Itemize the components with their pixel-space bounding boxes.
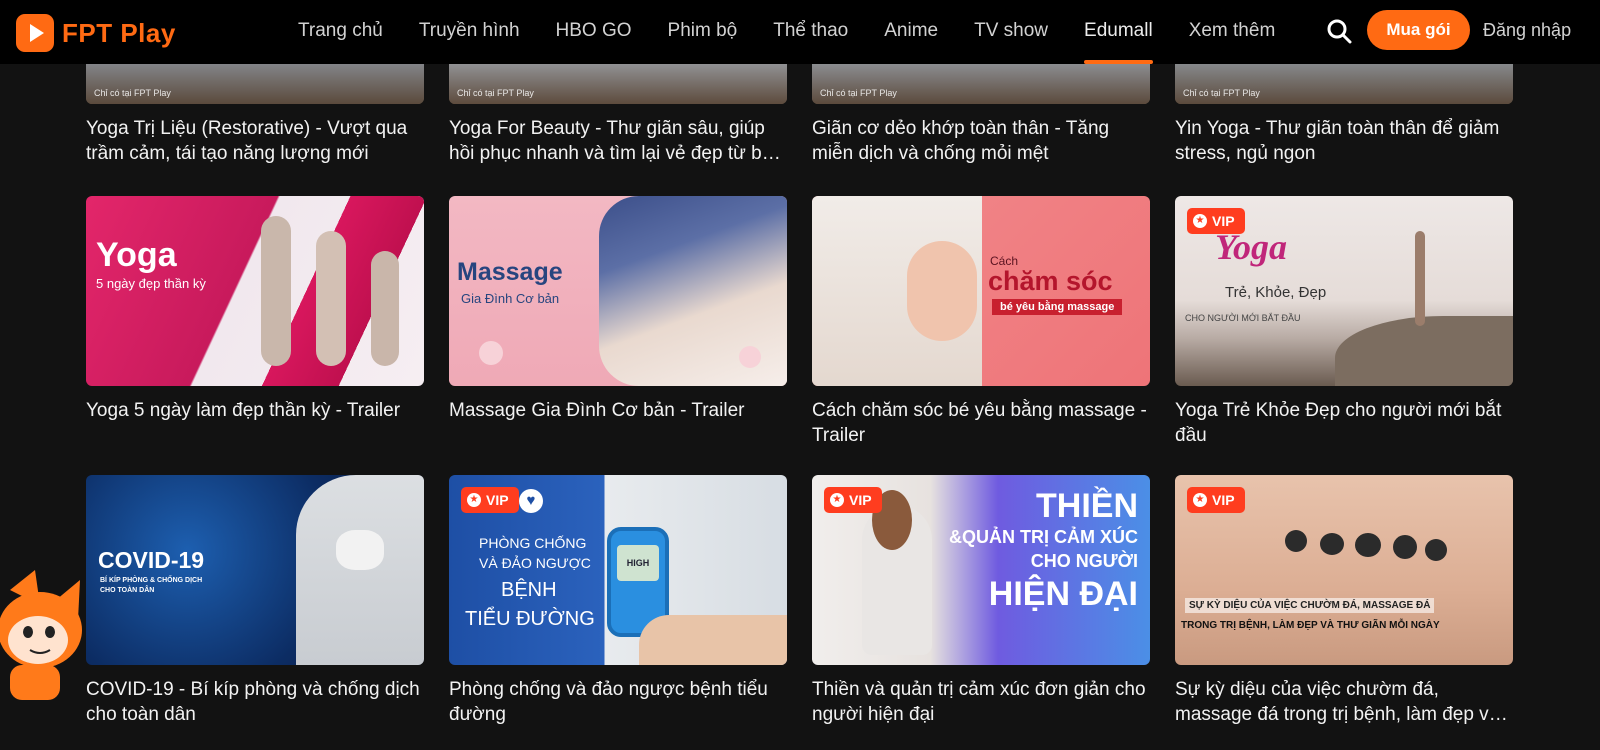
main-nav: Trang chủ Truyền hình HBO GO Phim bộ Thể… [280, 0, 1293, 64]
star-icon: ★ [1193, 493, 1207, 507]
nav-item-anime[interactable]: Anime [884, 0, 938, 64]
thumbnail-text: Gia Đình Cơ bản [461, 291, 560, 306]
video-title[interactable]: Phòng chống và đảo ngược bệnh tiểu đường [449, 677, 787, 727]
thumbnail-text: 5 ngày đẹp thần kỳ [96, 276, 206, 291]
nav-item-truyen-hinh[interactable]: Truyền hình [419, 0, 520, 64]
glucose-meter-display: HIGH [617, 545, 659, 581]
thumbnail-text: CHO NGƯỜI [1030, 551, 1138, 571]
video-title[interactable]: Yoga Trẻ Khỏe Đẹp cho người mới bắt đầu [1175, 398, 1513, 448]
star-icon: ★ [1193, 214, 1207, 228]
video-card[interactable]: Cách chăm sóc bé yêu bằng massage Cách c… [812, 196, 1150, 448]
thumbnail-text: HIỆN ĐẠI [988, 575, 1138, 613]
thumbnail-text: Trẻ, Khỏe, Đẹp [1225, 284, 1327, 301]
thumbnail-text: VÀ ĐẢO NGƯỢC [479, 555, 591, 571]
vip-badge: ★ VIP [824, 487, 882, 513]
heart-icon: ♥ [519, 489, 543, 513]
content-grid: Chỉ có tại FPT Play Yoga Trị Liệu (Resto… [0, 0, 1600, 750]
thumbnail-text: Yoga [1215, 227, 1287, 267]
thumbnail-text: BÍ KÍP PHÒNG & CHỐNG DỊCH [100, 577, 203, 584]
watermark: Chỉ có tại FPT Play [1183, 88, 1260, 98]
nav-item-the-thao[interactable]: Thể thao [773, 0, 848, 64]
video-title[interactable]: Yoga Trị Liệu (Restorative) - Vượt qua t… [86, 116, 424, 166]
video-card[interactable]: ★ VIP THIỀN &QUẢN TRỊ CẢM XÚC CHO NGƯỜI H… [812, 475, 1150, 727]
watermark: Chỉ có tại FPT Play [94, 88, 171, 98]
video-card[interactable]: HIGH ★ VIP ♥ PHÒNG CHỐNG VÀ ĐẢO NGƯỢC BỆN… [449, 475, 787, 727]
video-title[interactable]: Yoga 5 ngày làm đẹp thần kỳ - Trailer [86, 398, 424, 423]
play-icon [16, 14, 54, 52]
login-link[interactable]: Đăng nhập [1483, 20, 1571, 41]
video-thumbnail[interactable]: ★ VIP Yoga Trẻ, Khỏe, Đẹp CHO NGƯỜI MỚI B… [1175, 196, 1513, 386]
video-card[interactable]: COVID-19 BÍ KÍP PHÒNG & CHỐNG DỊCH CHO T… [86, 475, 424, 727]
thumbnail-text: THIỀN [1036, 487, 1138, 525]
nav-item-tv-show[interactable]: TV show [974, 0, 1048, 64]
video-title[interactable]: Giãn cơ dẻo khớp toàn thân - Tăng miễn d… [812, 116, 1150, 166]
thumbnail-text: CHO NGƯỜI MỚI BẮT ĐẦU [1185, 313, 1301, 323]
video-thumbnail[interactable]: Massage Gia Đình Cơ bản [449, 196, 787, 386]
thumbnail-text: SỰ KỲ DIỆU CỦA VIỆC CHƯỜM ĐÁ, MASSAGE ĐÁ [1185, 598, 1435, 613]
video-thumbnail[interactable]: COVID-19 BÍ KÍP PHÒNG & CHỐNG DỊCH CHO T… [86, 475, 424, 665]
buy-package-button[interactable]: Mua gói [1367, 10, 1470, 50]
nav-item-trang-chu[interactable]: Trang chủ [298, 0, 383, 64]
thumbnail-text: TIỂU ĐƯỜNG [465, 608, 595, 630]
star-icon: ★ [830, 493, 844, 507]
thumbnail-text: chăm sóc [988, 266, 1113, 296]
watermark: Chỉ có tại FPT Play [457, 88, 534, 98]
video-thumbnail[interactable]: Yoga 5 ngày đẹp thần kỳ [86, 196, 424, 386]
thumbnail-text: CHO TOÀN DÂN [100, 587, 155, 594]
video-thumbnail[interactable]: ★ VIP SỰ KỲ DIỆU CỦA VIỆC CHƯỜM ĐÁ, MASSA… [1175, 475, 1513, 665]
thumbnail-text: PHÒNG CHỐNG [479, 535, 587, 551]
vip-badge: ★ VIP [1187, 487, 1245, 513]
video-card[interactable]: ★ VIP Yoga Trẻ, Khỏe, Đẹp CHO NGƯỜI MỚI B… [1175, 196, 1513, 448]
thumbnail-text: &QUẢN TRỊ CẢM XÚC [949, 527, 1138, 547]
thumbnail-text: bé yêu bằng massage [992, 299, 1123, 315]
video-card[interactable]: Yoga 5 ngày đẹp thần kỳ Yoga 5 ngày làm … [86, 196, 424, 423]
video-title[interactable]: Yin Yoga - Thư giãn toàn thân để giảm st… [1175, 116, 1513, 166]
thumbnail-text: TRONG TRỊ BỆNH, LÀM ĐẸP VÀ THƯ GIÃN MỖI … [1181, 620, 1440, 631]
video-title[interactable]: Massage Gia Đình Cơ bản - Trailer [449, 398, 787, 423]
video-card[interactable]: Massage Gia Đình Cơ bản Massage Gia Đình… [449, 196, 787, 423]
video-card[interactable]: ★ VIP SỰ KỲ DIỆU CỦA VIỆC CHƯỜM ĐÁ, MASSA… [1175, 475, 1513, 727]
thumbnail-text: Massage [457, 258, 563, 286]
thumbnail-text: BỆNH [501, 579, 557, 601]
mascot-icon[interactable] [0, 560, 90, 700]
thumbnail-text: COVID-19 [98, 547, 205, 573]
video-thumbnail[interactable]: Cách chăm sóc bé yêu bằng massage [812, 196, 1150, 386]
vip-badge: ★ VIP [461, 487, 519, 513]
star-icon: ★ [467, 493, 481, 507]
video-thumbnail[interactable]: ★ VIP THIỀN &QUẢN TRỊ CẢM XÚC CHO NGƯỜI H… [812, 475, 1150, 665]
search-icon[interactable] [1326, 18, 1352, 44]
logo-text: FPT Play [62, 17, 176, 48]
video-title[interactable]: Yoga For Beauty - Thư giãn sâu, giúp hồi… [449, 116, 787, 166]
nav-item-hbo-go[interactable]: HBO GO [556, 0, 632, 64]
thumbnail-text: Yoga [96, 236, 177, 274]
nav-item-edumall[interactable]: Edumall [1084, 0, 1153, 64]
video-title[interactable]: Thiền và quản trị cảm xúc đơn giản cho n… [812, 677, 1150, 727]
video-title[interactable]: COVID-19 - Bí kíp phòng và chống dịch ch… [86, 677, 424, 727]
nav-item-xem-them[interactable]: Xem thêm [1189, 0, 1276, 64]
video-thumbnail[interactable]: HIGH ★ VIP ♥ PHÒNG CHỐNG VÀ ĐẢO NGƯỢC BỆN… [449, 475, 787, 665]
video-title[interactable]: Cách chăm sóc bé yêu bằng massage - Trai… [812, 398, 1150, 448]
watermark: Chỉ có tại FPT Play [820, 88, 897, 98]
top-navbar: FPT Play Trang chủ Truyền hình HBO GO Ph… [0, 0, 1600, 64]
video-title[interactable]: Sự kỳ diệu của việc chườm đá, massage đá… [1175, 677, 1513, 727]
nav-item-phim-bo[interactable]: Phim bộ [668, 0, 738, 64]
fpt-play-logo[interactable]: FPT Play [16, 14, 176, 52]
